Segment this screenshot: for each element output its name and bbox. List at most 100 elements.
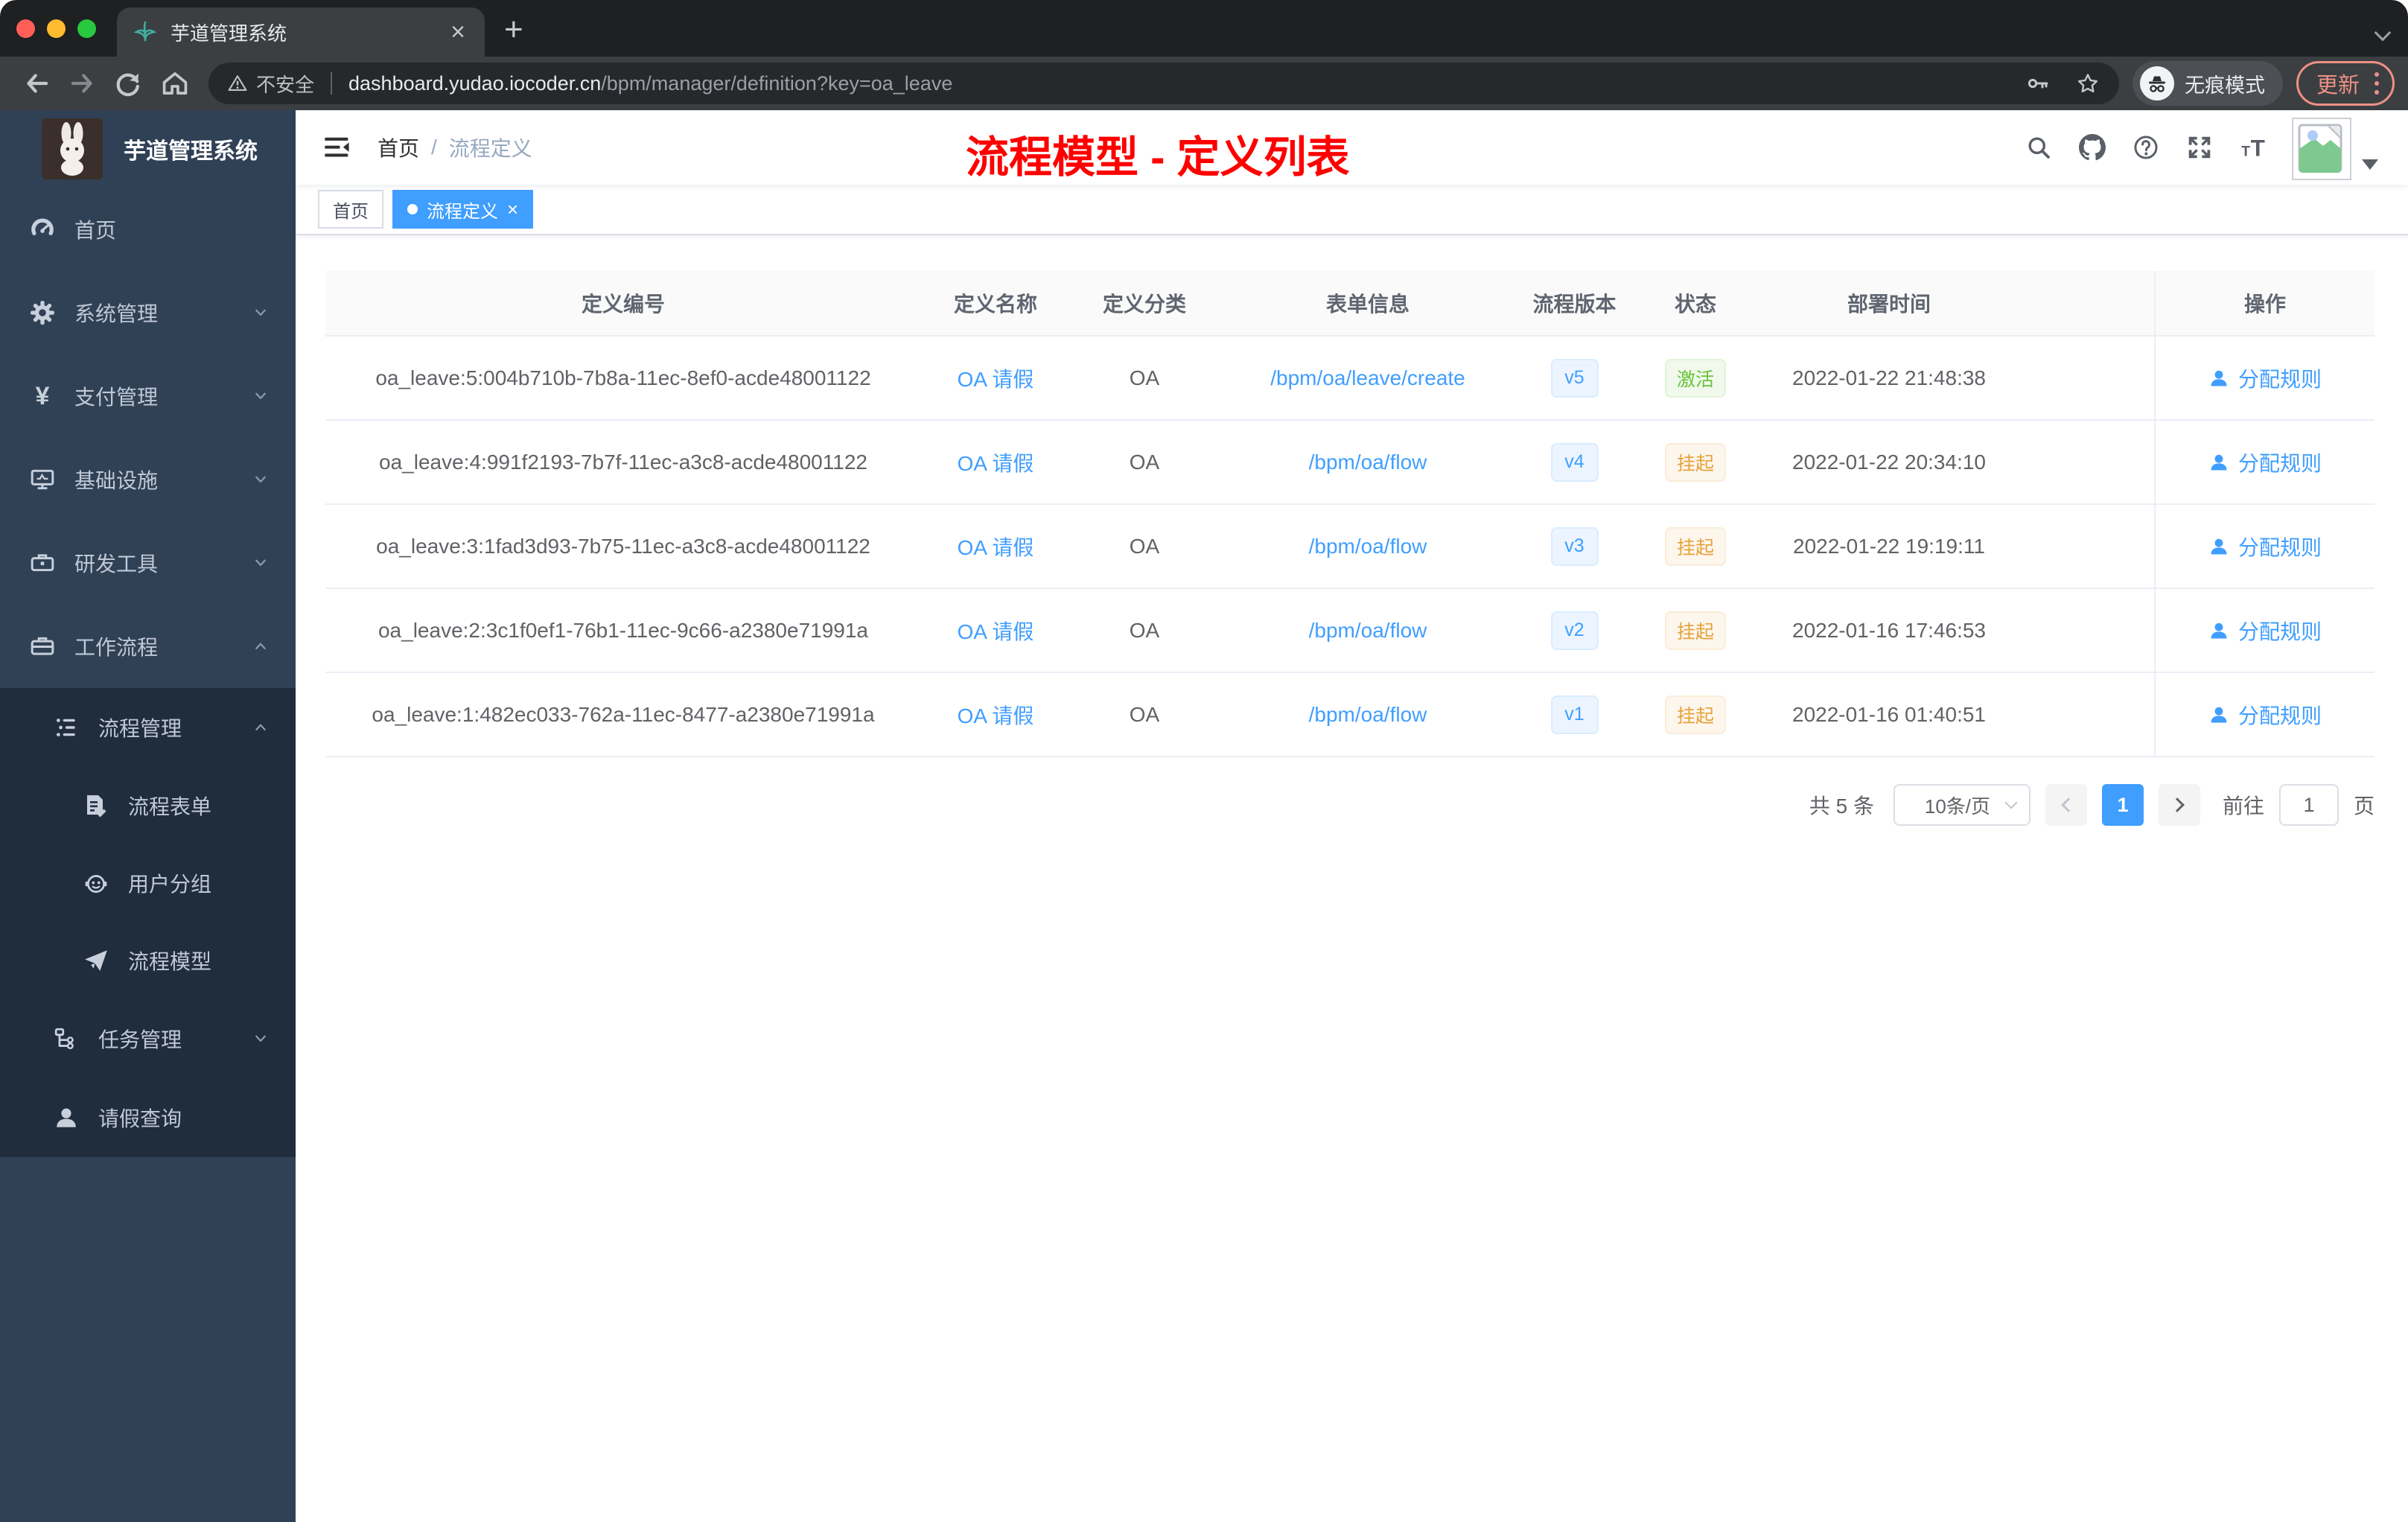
column-header: 表单信息 bbox=[1325, 293, 1410, 316]
sidebar-item-label: 基础设施 bbox=[74, 469, 159, 492]
next-page-button[interactable] bbox=[2158, 784, 2200, 826]
fullscreen-icon[interactable] bbox=[2186, 134, 2213, 161]
sidebar-item-infrastructure[interactable]: 基础设施 bbox=[0, 438, 296, 521]
broken-image-icon bbox=[2298, 124, 2342, 174]
minimize-window-button[interactable] bbox=[47, 19, 66, 38]
home-icon[interactable] bbox=[159, 68, 191, 99]
browser-menu-dots-icon[interactable] bbox=[2374, 72, 2379, 95]
form-info-link[interactable]: /bpm/oa/flow bbox=[1309, 703, 1427, 727]
hamburger-fold-icon[interactable] bbox=[322, 134, 352, 161]
back-icon[interactable] bbox=[21, 68, 52, 99]
password-key-icon[interactable] bbox=[2027, 71, 2051, 95]
current-page-button[interactable]: 1 bbox=[2101, 784, 2144, 826]
table-row: oa_leave:4:991f2193-7b7f-11ec-a3c8-acde4… bbox=[325, 421, 2374, 505]
assign-rule-button[interactable]: 分配规则 bbox=[2208, 448, 2322, 477]
sidebar-item-user-group[interactable]: 用户分组 bbox=[0, 844, 296, 922]
assign-rule-button[interactable]: 分配规则 bbox=[2208, 532, 2322, 561]
definition-name-link[interactable]: OA 请假 bbox=[958, 532, 1034, 561]
not-secure-warning-icon[interactable] bbox=[228, 74, 247, 93]
sidebar-logo[interactable]: 芋道管理系统 bbox=[0, 110, 296, 188]
sidebar-item-leave-query[interactable]: 请假查询 bbox=[0, 1078, 296, 1157]
definition-name-link[interactable]: OA 请假 bbox=[958, 700, 1034, 730]
sidebar-item-task-management[interactable]: 任务管理 bbox=[0, 999, 296, 1078]
app-navbar: 首页 / 流程定义 流程模型 - 定义列表 bbox=[296, 110, 2408, 185]
definition-name-link[interactable]: OA 请假 bbox=[958, 616, 1034, 646]
page-size-select[interactable]: 10条/页 bbox=[1893, 784, 2030, 826]
paper-plane-icon bbox=[85, 950, 107, 971]
sidebar-item-process-management[interactable]: 流程管理 bbox=[0, 688, 296, 767]
status-badge: 激活 bbox=[1664, 358, 1726, 398]
assign-rule-label: 分配规则 bbox=[2237, 367, 2322, 391]
sidebar-item-process-form[interactable]: 流程表单 bbox=[0, 767, 296, 844]
breadcrumb: 首页 / 流程定义 bbox=[378, 133, 532, 162]
definition-category: OA bbox=[1129, 366, 1160, 389]
address-bar[interactable]: 不安全 dashboard.yudao.iocoder.cn/bpm/manag… bbox=[208, 63, 2119, 104]
avatar-dropdown-caret-icon[interactable] bbox=[2362, 159, 2378, 170]
reload-icon[interactable] bbox=[113, 68, 144, 99]
user-avatar-broken-image[interactable] bbox=[2292, 118, 2351, 180]
column-header: 状态 bbox=[1674, 293, 1716, 316]
definition-category: OA bbox=[1129, 618, 1160, 642]
sidebar-item-home[interactable]: 首页 bbox=[0, 188, 296, 271]
incognito-badge: 无痕模式 bbox=[2132, 61, 2283, 106]
sidebar-item-workflow[interactable]: 工作流程 bbox=[0, 605, 296, 688]
assign-rule-label: 分配规则 bbox=[2237, 535, 2322, 559]
sidebar-item-process-model[interactable]: 流程模型 bbox=[0, 922, 296, 999]
browser-tab[interactable]: 芋道管理系统 × bbox=[117, 7, 485, 57]
tag-home[interactable]: 首页 bbox=[318, 190, 383, 229]
column-header: 定义名称 bbox=[953, 293, 1037, 316]
select-caret-icon bbox=[2004, 796, 2018, 809]
tag-close-icon[interactable]: × bbox=[507, 200, 518, 219]
help-question-icon[interactable] bbox=[2133, 134, 2159, 161]
form-info-link[interactable]: /bpm/oa/flow bbox=[1309, 535, 1427, 558]
briefcase-icon bbox=[31, 637, 54, 655]
tab-search-chevron-icon[interactable] bbox=[2374, 24, 2392, 42]
definition-category: OA bbox=[1129, 450, 1160, 474]
assign-rule-button[interactable]: 分配规则 bbox=[2208, 363, 2322, 393]
sidebar-item-system[interactable]: 系统管理 bbox=[0, 271, 296, 354]
form-info-link[interactable]: /bpm/oa/flow bbox=[1309, 619, 1427, 643]
search-icon[interactable] bbox=[2025, 134, 2052, 161]
sidebar-item-payment[interactable]: ¥ 支付管理 bbox=[0, 354, 296, 438]
zoom-window-button[interactable] bbox=[77, 19, 96, 38]
assign-rule-label: 分配规则 bbox=[2237, 451, 2322, 475]
red-annotation-title: 流程模型 - 定义列表 bbox=[966, 133, 1350, 182]
navbar-actions bbox=[2025, 110, 2267, 185]
assign-rule-button[interactable]: 分配规则 bbox=[2208, 700, 2322, 730]
sidebar-item-label: 研发工具 bbox=[74, 553, 159, 576]
goto-page-input[interactable] bbox=[2278, 784, 2339, 826]
github-icon[interactable] bbox=[2079, 134, 2106, 161]
breadcrumb-home[interactable]: 首页 bbox=[378, 133, 419, 162]
chevron-down-icon bbox=[255, 559, 266, 566]
table-row: oa_leave:5:004b710b-7b8a-11ec-8ef0-acde4… bbox=[325, 337, 2374, 421]
prev-page-button[interactable] bbox=[2045, 784, 2087, 826]
column-header: 流程版本 bbox=[1532, 293, 1617, 316]
tab-close-icon[interactable]: × bbox=[447, 19, 468, 45]
tab-favicon-sprout-icon bbox=[135, 21, 156, 42]
close-window-button[interactable] bbox=[16, 19, 35, 38]
definition-table: 定义编号 定义名称 定义分类 表单信息 流程版本 状态 部署时间 操作 oa_l… bbox=[325, 271, 2374, 757]
chevron-up-icon bbox=[255, 643, 266, 649]
new-tab-button[interactable]: + bbox=[504, 13, 523, 46]
tag-process-definition[interactable]: 流程定义 × bbox=[392, 190, 534, 229]
bookmark-star-icon[interactable] bbox=[2076, 71, 2100, 95]
pagination-total: 共 5 条 bbox=[1809, 795, 1874, 818]
font-size-icon[interactable] bbox=[2240, 134, 2267, 161]
breadcrumb-separator: / bbox=[431, 136, 437, 159]
browser-update-button[interactable]: 更新 bbox=[2296, 61, 2395, 106]
page-unit-label: 页 bbox=[2353, 795, 2374, 818]
dashboard-icon bbox=[30, 217, 55, 242]
assign-rule-button[interactable]: 分配规则 bbox=[2208, 616, 2322, 646]
sidebar-item-label: 流程管理 bbox=[98, 717, 182, 740]
sidebar-item-label: 用户分组 bbox=[128, 873, 212, 896]
deploy-time: 2022-01-22 20:34:10 bbox=[1792, 450, 1986, 474]
forward-icon[interactable] bbox=[67, 68, 98, 99]
form-info-link[interactable]: /bpm/oa/flow bbox=[1309, 450, 1427, 474]
form-info-link[interactable]: /bpm/oa/leave/create bbox=[1270, 366, 1465, 390]
definition-name-link[interactable]: OA 请假 bbox=[958, 363, 1034, 393]
sidebar-item-dev-tools[interactable]: 研发工具 bbox=[0, 521, 296, 605]
active-tag-dot bbox=[407, 204, 418, 214]
incognito-icon bbox=[2139, 66, 2174, 101]
gear-icon bbox=[31, 301, 54, 325]
definition-name-link[interactable]: OA 请假 bbox=[958, 448, 1034, 477]
